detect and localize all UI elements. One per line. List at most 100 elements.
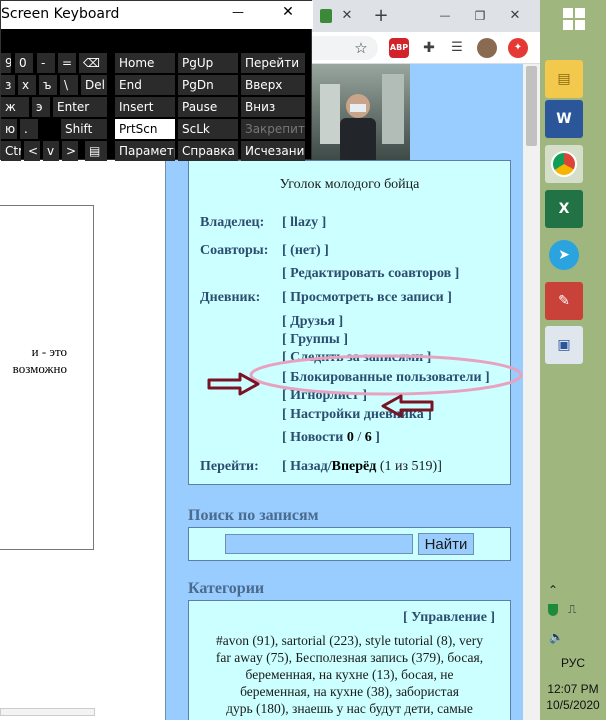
categories-title: Категории [188, 580, 265, 597]
key-sclk[interactable]: ScLk [178, 119, 238, 139]
goto-forward-link[interactable]: Вперёд [332, 459, 377, 474]
key-equals[interactable]: = [58, 53, 76, 73]
news-link[interactable]: [ Новости 0 / 6 ] [282, 430, 380, 446]
edit-coauthors-link[interactable]: [ Редактировать соавторов ] [282, 266, 459, 282]
key-goto[interactable]: Перейти [241, 53, 305, 73]
new-tab-button[interactable]: + [370, 0, 392, 32]
search-input[interactable] [225, 534, 413, 554]
window-restore-button[interactable]: ❐ [465, 0, 495, 32]
key-pgup[interactable]: PgUp [178, 53, 238, 73]
category-line[interactable]: дурь (180), знаешь у нас будут дети, сам… [190, 700, 509, 717]
profile-avatar[interactable] [477, 38, 497, 58]
extensions-puzzle-icon[interactable]: ✚ [419, 38, 439, 58]
friends-link[interactable]: [ Друзья ] [282, 314, 343, 330]
owner-link[interactable]: [ llazy ] [282, 215, 326, 231]
key-help[interactable]: Справка [178, 141, 238, 161]
window-minimize-button[interactable]: — [430, 0, 460, 32]
pdf-viewer-icon[interactable]: ✎ [545, 282, 583, 320]
goto-count: (1 из 519)] [376, 459, 442, 474]
key-del[interactable]: Del [81, 75, 107, 95]
search-title: Поиск по записям [188, 507, 319, 524]
volume-icon[interactable]: 🔈 [549, 630, 564, 644]
window-close-button[interactable]: ✕ [500, 0, 530, 32]
key-ctrl[interactable]: Ctr [1, 141, 21, 161]
key-right[interactable]: > [62, 141, 78, 161]
key-end[interactable]: End [115, 75, 175, 95]
key-shift[interactable]: Shift [61, 119, 107, 139]
left-bottom-scroll [0, 708, 95, 716]
adblock-icon[interactable]: ABP [389, 38, 409, 58]
word-icon[interactable]: W [545, 100, 583, 138]
key-options[interactable]: Параметры [115, 141, 175, 161]
key-yu[interactable]: ю [1, 119, 17, 139]
key-9[interactable]: 9 [1, 53, 11, 73]
file-explorer-icon[interactable]: ▤ [545, 60, 583, 98]
category-line[interactable]: беременная, на кухне (38), забористая [190, 683, 509, 700]
bookmark-star-icon[interactable]: ☆ [352, 32, 370, 64]
key-zh[interactable]: ж [1, 97, 29, 117]
key-pgdn[interactable]: PgDn [178, 75, 238, 95]
key-left[interactable]: < [24, 141, 40, 161]
news-count: 0 [346, 430, 354, 445]
telegram-icon[interactable]: ➤ [545, 236, 583, 274]
categories-list: #avon (91), sartorial (223), style tutor… [190, 632, 509, 717]
key-menu[interactable]: ▤ [85, 141, 107, 161]
diary-label: Дневник: [200, 290, 261, 305]
category-line[interactable]: far away (75), Бесполезная запись (379),… [190, 649, 509, 666]
category-line[interactable]: #avon (91), sartorial (223), style tutor… [190, 632, 509, 649]
key-home[interactable]: Home [115, 53, 175, 73]
diary-settings-link[interactable]: [ Настройки дневника ] [282, 407, 432, 423]
key-kh[interactable]: х [18, 75, 36, 95]
windows-start-icon[interactable] [563, 8, 585, 30]
ignore-list-link[interactable]: [ Игнорлист ] [282, 388, 367, 404]
left-text-line-2: возможно [12, 361, 67, 376]
keyboard-title-bar: Screen Keyboard — ✕ [1, 1, 313, 29]
key-e[interactable]: э [32, 97, 50, 117]
groups-link[interactable]: [ Группы ] [282, 332, 348, 348]
news-close: ] [371, 430, 380, 445]
key-pause[interactable]: Pause [178, 97, 238, 117]
chrome-icon[interactable] [545, 145, 583, 183]
clock-time[interactable]: 12:07 PM [540, 682, 606, 696]
manage-categories-link[interactable]: [ Управление ] [403, 610, 495, 626]
search-button[interactable]: Найти [418, 533, 474, 555]
keyboard-minimize-button[interactable]: — [223, 5, 253, 19]
key-dock[interactable]: Закрепить [241, 119, 305, 139]
tray-chevron-icon[interactable]: ⌃ [548, 583, 558, 597]
coauthors-value: [ (нет) ] [282, 243, 329, 258]
tab-close-button[interactable]: ✕ [337, 0, 357, 32]
blocked-users-link[interactable]: [ Блокированные пользователи ] [282, 370, 490, 386]
key-prtscn[interactable]: PrtScn [115, 119, 175, 139]
extension-red-icon[interactable]: ✦ [508, 38, 528, 58]
clock-date[interactable]: 10/5/2020 [540, 698, 606, 712]
follow-posts-link[interactable]: [ Следить за записями ] [282, 350, 431, 366]
key-backspace[interactable]: ⌫ [79, 53, 107, 73]
language-indicator[interactable]: РУС [540, 656, 606, 670]
excel-icon[interactable]: X [545, 190, 583, 228]
media-playlist-icon[interactable]: ☰ [447, 38, 467, 58]
network-icon[interactable]: ⎍ [568, 602, 576, 617]
key-down[interactable]: v [43, 141, 59, 161]
news-sep: / [353, 430, 365, 445]
news-total: 6 [364, 430, 372, 445]
goto-back-link[interactable]: [ Назад/ [282, 459, 332, 474]
key-fade[interactable]: Исчезание [241, 141, 305, 161]
key-down-nav[interactable]: Вниз [241, 97, 305, 117]
key-minus[interactable]: - [37, 53, 55, 73]
page-scrollbar[interactable] [523, 64, 540, 720]
keyboard-close-button[interactable]: ✕ [273, 4, 303, 20]
scrollbar-thumb[interactable] [526, 66, 537, 146]
key-hard-sign[interactable]: ъ [39, 75, 57, 95]
key-insert[interactable]: Insert [115, 97, 175, 117]
defender-shield-icon[interactable] [548, 604, 558, 616]
key-0[interactable]: 0 [15, 53, 33, 73]
key-period[interactable]: . [20, 119, 38, 139]
key-backslash[interactable]: \ [60, 75, 78, 95]
remote-desktop-icon[interactable]: ▣ [545, 326, 583, 364]
key-z[interactable]: з [1, 75, 15, 95]
key-up-nav[interactable]: Вверх [241, 75, 305, 95]
view-all-posts-link[interactable]: [ Просмотреть все записи ] [282, 290, 452, 306]
key-enter[interactable]: Enter [53, 97, 107, 117]
category-line[interactable]: беременная, на кухне (13), босая, не [190, 666, 509, 683]
diary-caption: Уголок молодого бойца [279, 177, 420, 192]
